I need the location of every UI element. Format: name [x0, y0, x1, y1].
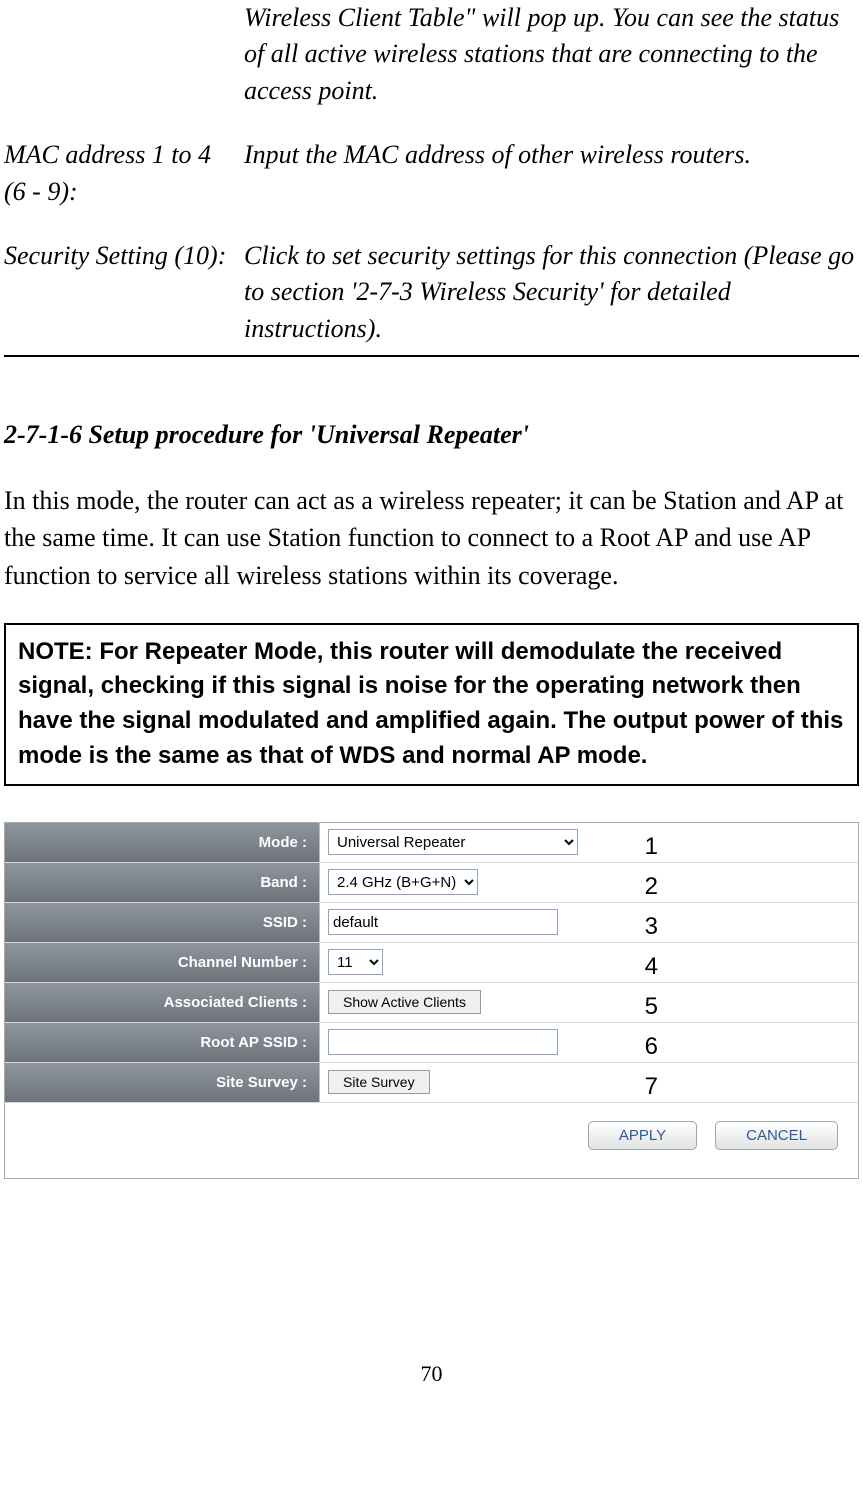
show-active-clients-button[interactable]: Show Active Clients [328, 990, 481, 1014]
band-select[interactable]: 2.4 GHz (B+G+N) [328, 869, 478, 895]
field-assoc: Show Active Clients [320, 983, 858, 1022]
definition-desc: Input the MAC address of other wireless … [244, 137, 859, 210]
definitions-section: Wireless Client Table" will pop up. You … [4, 0, 859, 357]
label-band: Band : [5, 863, 320, 902]
root-ap-ssid-input[interactable] [328, 1029, 558, 1055]
ssid-input[interactable] [328, 909, 558, 935]
note-box: NOTE: For Repeater Mode, this router wil… [4, 623, 859, 786]
field-survey: Site Survey [320, 1063, 858, 1102]
definition-desc: Wireless Client Table" will pop up. You … [244, 0, 859, 109]
definition-label [4, 0, 244, 109]
section-heading: 2-7-1-6 Setup procedure for 'Universal R… [4, 417, 859, 453]
definition-row: Wireless Client Table" will pop up. You … [4, 0, 859, 109]
definition-row: MAC address 1 to 4 (6 - 9): Input the MA… [4, 137, 859, 210]
field-band: 2.4 GHz (B+G+N) [320, 863, 858, 902]
config-row-root: Root AP SSID : [5, 1023, 858, 1063]
label-survey: Site Survey : [5, 1063, 320, 1102]
site-survey-button[interactable]: Site Survey [328, 1070, 430, 1094]
cancel-button[interactable]: CANCEL [715, 1121, 838, 1150]
config-row-ssid: SSID : [5, 903, 858, 943]
field-ssid [320, 903, 858, 942]
label-assoc: Associated Clients : [5, 983, 320, 1022]
mode-select[interactable]: Universal Repeater [328, 829, 578, 855]
label-ssid: SSID : [5, 903, 320, 942]
config-row-assoc: Associated Clients : Show Active Clients [5, 983, 858, 1023]
definition-row: Security Setting (10): Click to set secu… [4, 238, 859, 347]
apply-button[interactable]: APPLY [588, 1121, 697, 1150]
config-panel: Mode : Universal Repeater 1 Band : 2.4 G… [4, 822, 859, 1179]
field-mode: Universal Repeater [320, 823, 858, 862]
field-channel: 11 [320, 943, 858, 982]
page-number: 70 [4, 1359, 859, 1390]
field-root [320, 1023, 858, 1062]
config-row-survey: Site Survey : Site Survey [5, 1063, 858, 1103]
definition-label: Security Setting (10): [4, 238, 244, 347]
config-row-channel: Channel Number : 11 [5, 943, 858, 983]
definition-desc: Click to set security settings for this … [244, 238, 859, 347]
body-paragraph: In this mode, the router can act as a wi… [4, 482, 859, 595]
label-channel: Channel Number : [5, 943, 320, 982]
label-mode: Mode : [5, 823, 320, 862]
label-root: Root AP SSID : [5, 1023, 320, 1062]
channel-select[interactable]: 11 [328, 949, 383, 975]
config-row-mode: Mode : Universal Repeater [5, 823, 858, 863]
config-row-band: Band : 2.4 GHz (B+G+N) [5, 863, 858, 903]
actions-row: APPLY CANCEL [5, 1103, 858, 1156]
definition-label: MAC address 1 to 4 (6 - 9): [4, 137, 244, 210]
